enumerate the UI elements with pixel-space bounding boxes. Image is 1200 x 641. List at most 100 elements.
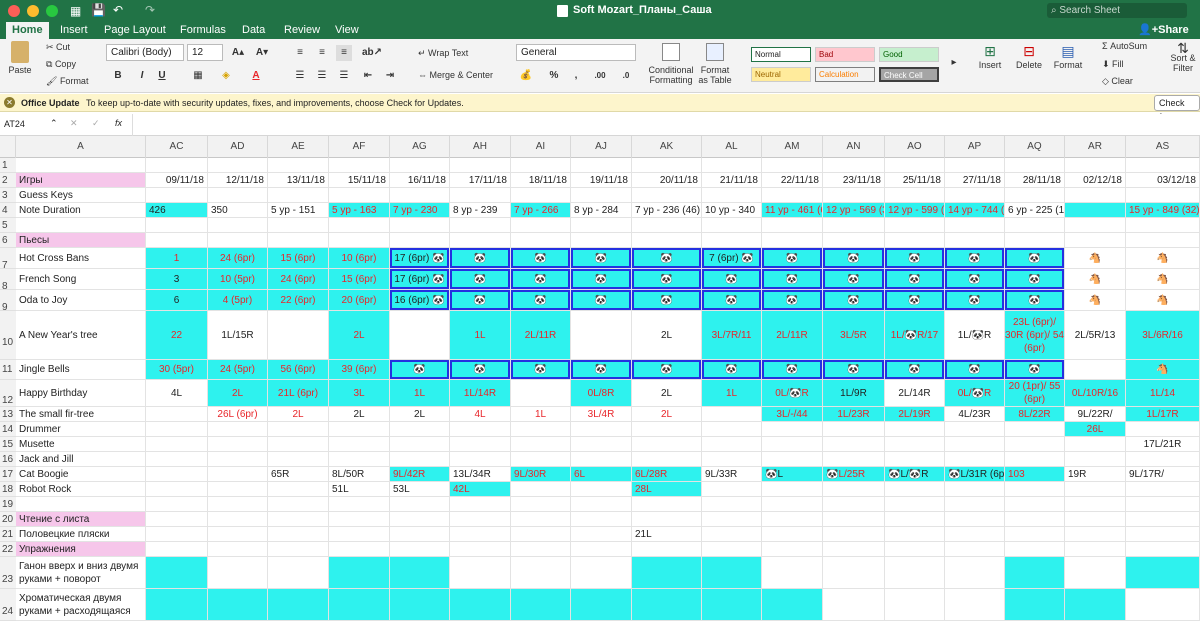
format-as-table-button[interactable]: Format as Table — [698, 43, 732, 85]
cell[interactable] — [329, 422, 390, 437]
cell[interactable]: 16/11/18 — [390, 173, 450, 188]
column-header[interactable]: AS — [1126, 136, 1200, 158]
cell[interactable] — [1065, 482, 1126, 497]
cell[interactable] — [1065, 542, 1126, 557]
cell[interactable] — [571, 542, 632, 557]
cell[interactable]: 6L — [571, 467, 632, 482]
cell[interactable] — [511, 527, 571, 542]
cell[interactable] — [945, 452, 1005, 467]
cell[interactable]: 9L/17R/ — [1126, 467, 1200, 482]
increase-decimal-icon[interactable]: .00 — [592, 68, 608, 84]
cell[interactable] — [632, 188, 702, 203]
cell[interactable] — [571, 188, 632, 203]
cell[interactable] — [702, 452, 762, 467]
cell[interactable] — [208, 542, 268, 557]
cell[interactable]: 24 (6pr) — [208, 248, 268, 269]
cell[interactable] — [945, 233, 1005, 248]
cell[interactable] — [702, 158, 762, 173]
cell[interactable] — [1126, 218, 1200, 233]
row-header[interactable]: 5 — [0, 218, 16, 233]
row-header[interactable]: 22 — [0, 542, 16, 557]
cell[interactable] — [762, 188, 823, 203]
cell[interactable] — [1005, 188, 1065, 203]
cell[interactable]: 18/11/18 — [511, 173, 571, 188]
cell[interactable]: 9L/22R/ — [1065, 407, 1126, 422]
cell[interactable] — [823, 527, 885, 542]
cell[interactable]: 7 (6pr) 🐼 — [702, 248, 762, 269]
row-label-cell[interactable]: Note Duration — [16, 203, 146, 218]
row-header[interactable]: 14 — [0, 422, 16, 437]
format-cells-button[interactable]: ▤ Format — [1050, 43, 1086, 70]
cell[interactable]: 2L — [390, 407, 450, 422]
accept-formula-icon[interactable]: ✓ — [92, 118, 100, 129]
cell[interactable] — [390, 158, 450, 173]
cell[interactable]: 🐼 — [511, 269, 571, 290]
cancel-formula-icon[interactable]: ✕ — [70, 118, 78, 129]
cell[interactable]: 🐴 — [1126, 248, 1200, 269]
cell[interactable] — [1126, 422, 1200, 437]
cell[interactable] — [702, 407, 762, 422]
row-label-cell[interactable]: Половецкие пляски — [16, 527, 146, 542]
cell[interactable] — [632, 542, 702, 557]
cell[interactable] — [885, 452, 945, 467]
cell[interactable]: 🐼 — [632, 269, 702, 290]
cell[interactable] — [390, 422, 450, 437]
row-label-cell[interactable]: Пьесы — [16, 233, 146, 248]
cell[interactable]: 🐼 — [762, 269, 823, 290]
cell[interactable] — [1005, 497, 1065, 512]
cell[interactable]: 🐼 — [511, 290, 571, 311]
cell[interactable] — [268, 497, 329, 512]
cell[interactable]: 2L/19R — [885, 407, 945, 422]
column-header[interactable]: AH — [450, 136, 511, 158]
cell[interactable]: 15 (6pr) — [268, 248, 329, 269]
cell[interactable]: 🐴 — [1126, 269, 1200, 290]
cell[interactable] — [511, 542, 571, 557]
cell[interactable] — [945, 482, 1005, 497]
cell[interactable]: 14 yp - 744 (3 — [945, 203, 1005, 218]
style-bad[interactable]: Bad — [815, 47, 875, 62]
cell[interactable]: 🐼 — [762, 290, 823, 311]
cell[interactable] — [1065, 452, 1126, 467]
cell[interactable] — [885, 437, 945, 452]
row-label-cell[interactable]: Cat Boogie — [16, 467, 146, 482]
cell[interactable] — [702, 527, 762, 542]
bold-button[interactable]: B — [110, 68, 126, 84]
cell[interactable]: 🐼 — [945, 248, 1005, 269]
cell[interactable] — [450, 422, 511, 437]
cell[interactable] — [885, 218, 945, 233]
cell[interactable] — [945, 437, 1005, 452]
cell[interactable]: 🐼L/25R — [823, 467, 885, 482]
cell[interactable]: 🐴 — [1126, 360, 1200, 380]
search-sheet-input[interactable]: ⌕ Search Sheet — [1047, 3, 1187, 18]
cell[interactable] — [329, 188, 390, 203]
cell[interactable] — [885, 542, 945, 557]
cell[interactable]: 6 yp - 225 (17) — [1005, 203, 1065, 218]
cell[interactable]: 1L/14 — [1126, 380, 1200, 407]
undo-icon[interactable]: ↶ — [113, 3, 123, 17]
cell[interactable] — [885, 527, 945, 542]
tab-insert[interactable]: Insert — [60, 22, 88, 39]
underline-button[interactable]: U — [154, 68, 170, 84]
cell[interactable] — [390, 188, 450, 203]
cell[interactable]: 🐼 — [450, 269, 511, 290]
cell[interactable]: 🐼 — [885, 248, 945, 269]
cell[interactable]: 🐼 — [511, 248, 571, 269]
cell[interactable]: 19R — [1065, 467, 1126, 482]
cell[interactable] — [511, 218, 571, 233]
cell[interactable] — [208, 467, 268, 482]
style-neutral[interactable]: Neutral — [751, 67, 811, 82]
cell[interactable] — [1065, 512, 1126, 527]
cell[interactable]: 20 (6pr) — [329, 290, 390, 311]
cell[interactable] — [885, 188, 945, 203]
cell[interactable]: 2L — [632, 311, 702, 360]
cell[interactable] — [885, 482, 945, 497]
cell[interactable] — [823, 158, 885, 173]
row-header[interactable]: 13 — [0, 407, 16, 422]
decrease-decimal-icon[interactable]: .0 — [618, 68, 634, 84]
cell[interactable] — [1005, 437, 1065, 452]
cell[interactable]: 7 yp - 236 (46) — [632, 203, 702, 218]
tab-formulas[interactable]: Formulas — [180, 22, 226, 39]
cell[interactable] — [1005, 218, 1065, 233]
cell[interactable]: 3L/5R — [823, 311, 885, 360]
check-for-updates-button[interactable]: Check for — [1154, 95, 1200, 122]
